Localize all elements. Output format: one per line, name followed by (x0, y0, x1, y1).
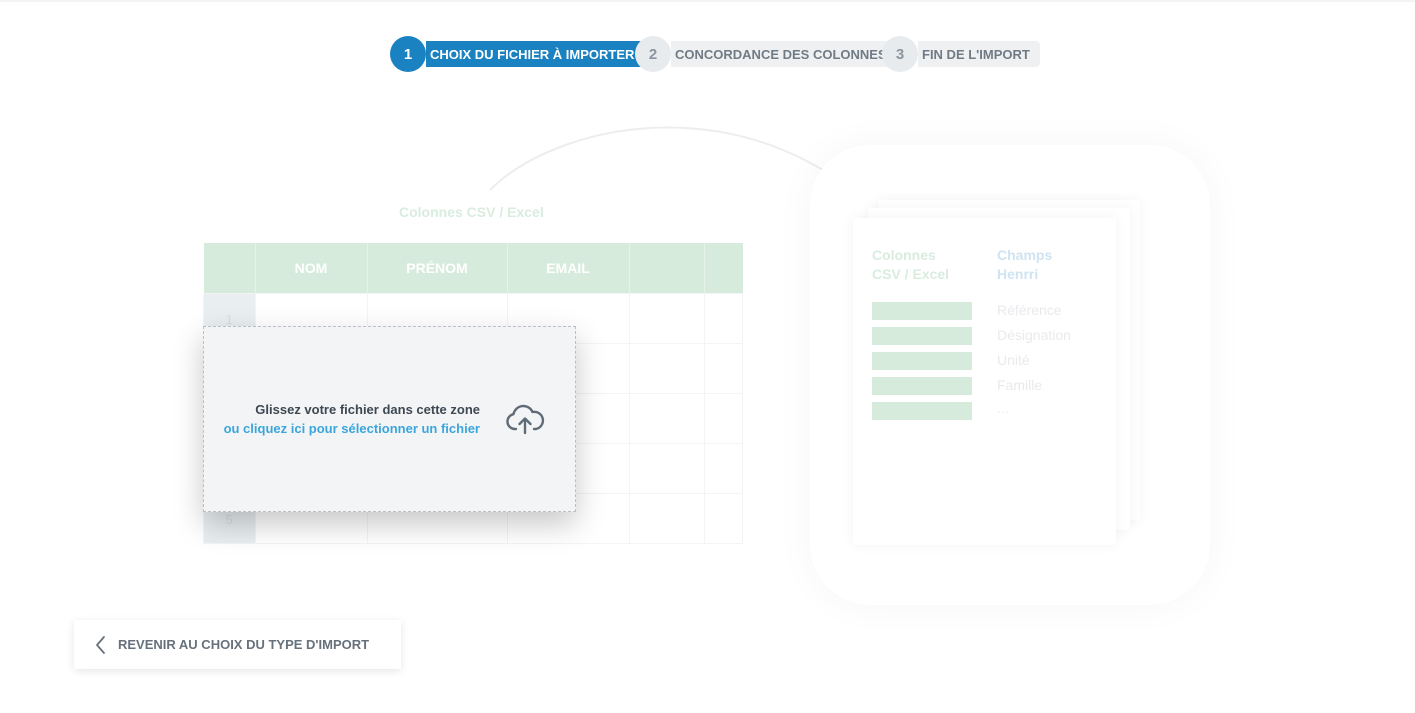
back-to-import-type-button[interactable]: REVENIR AU CHOIX DU TYPE D'IMPORT (74, 620, 401, 669)
table-header-empty (629, 243, 705, 294)
csv-columns-label: Colonnes CSV / Excel (399, 204, 544, 220)
column-bar (872, 402, 972, 420)
top-divider (0, 0, 1415, 2)
card-csv-columns-heading: Colonnes CSV / Excel (872, 246, 949, 284)
file-drop-zone[interactable]: Glissez votre fichier dans cette zone ou… (203, 326, 576, 512)
field-reference: Référence (997, 302, 1062, 318)
field-unite: Unité (997, 352, 1030, 368)
drop-instruction: Glissez votre fichier dans cette zone (255, 402, 480, 417)
step-number: 2 (635, 36, 671, 72)
column-bar (872, 352, 972, 370)
chevron-left-icon (96, 635, 105, 654)
step-label: CHOIX DU FICHIER À IMPORTER (426, 41, 645, 67)
column-bar (872, 377, 972, 395)
import-page: 1 CHOIX DU FICHIER À IMPORTER 2 CONCORDA… (0, 0, 1415, 713)
select-file-link[interactable]: ou cliquez ici pour sélectionner un fich… (224, 419, 480, 438)
table-header-prenom: PRÉNOM (367, 243, 508, 294)
back-button-label: REVENIR AU CHOIX DU TYPE D'IMPORT (118, 637, 370, 652)
step-3-import-end[interactable]: 3 FIN DE L'IMPORT (882, 36, 1040, 72)
cloud-upload-icon (506, 404, 545, 435)
table-header-nom: NOM (255, 243, 368, 294)
heading-line: Henrri (997, 266, 1039, 282)
step-number: 1 (390, 36, 426, 72)
step-2-column-mapping[interactable]: 2 CONCORDANCE DES COLONNES (635, 36, 897, 72)
field-more: ... (997, 400, 1009, 416)
field-famille: Famille (997, 377, 1043, 393)
mapping-card (853, 218, 1116, 545)
drop-zone-text: Glissez votre fichier dans cette zone ou… (224, 400, 480, 438)
step-label: CONCORDANCE DES COLONNES (671, 41, 897, 67)
step-number: 3 (882, 36, 918, 72)
card-glow (810, 145, 1210, 605)
heading-line: CSV / Excel (872, 266, 950, 282)
heading-line: Colonnes (872, 247, 936, 263)
step-label: FIN DE L'IMPORT (918, 41, 1040, 67)
column-bar (872, 302, 972, 320)
field-designation: Désignation (997, 327, 1071, 343)
column-bar (872, 327, 972, 345)
step-1-file-choice[interactable]: 1 CHOIX DU FICHIER À IMPORTER (390, 36, 645, 72)
heading-line: Champs (997, 247, 1053, 263)
stacked-card-middle (868, 208, 1130, 530)
table-header-corner (203, 243, 256, 294)
card-henrri-fields-heading: Champs Henrri (997, 246, 1052, 284)
table-header-empty (704, 243, 743, 294)
table-header-email: EMAIL (507, 243, 630, 294)
stacked-card-back (878, 200, 1140, 520)
